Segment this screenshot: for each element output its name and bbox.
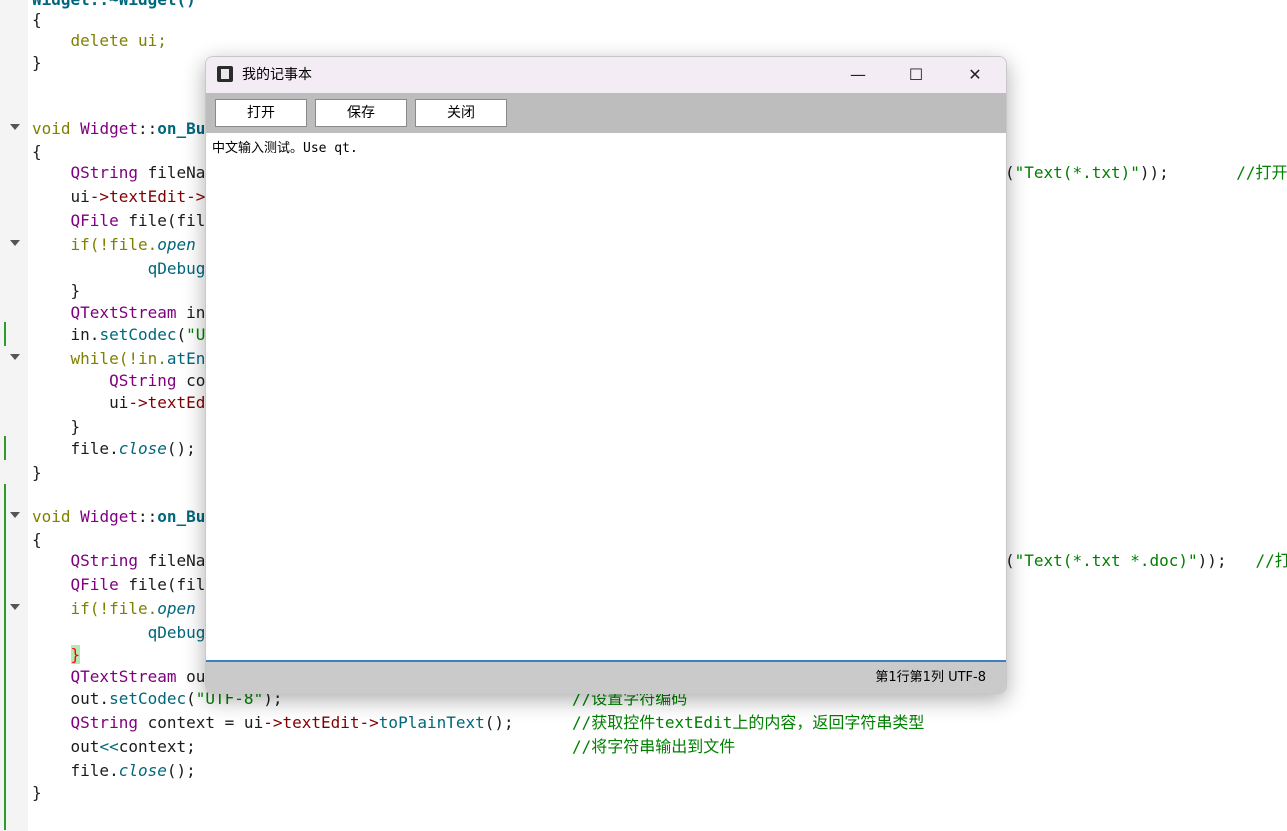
maximize-button[interactable]: ☐ [887,57,945,93]
code-line: qDebug [147,259,206,278]
code-line: QFile file(fil [70,211,206,230]
code-line: QString co [109,371,206,390]
code-line-tail: ("Text(*.txt)")); //打开 [1005,163,1287,182]
code-line: } [32,281,81,300]
minimize-button[interactable]: — [829,57,887,93]
close-window-button[interactable]: ✕ [946,57,1004,93]
code-line: file.close(); [32,439,196,458]
fold-arrow-icon[interactable] [10,354,20,360]
code-line: Widget::~Widget() [32,0,196,12]
code-line: if(!file.open [32,599,196,618]
code-line: void Widget::on_Bu [32,119,206,138]
code-line: QString fileNa [70,163,206,182]
code-line: if(!file.open [32,235,196,254]
window-title: 我的记事本 [242,67,312,83]
line-column-label: 第1行第1列 [875,670,944,685]
code-line: ui->textEdit-> [32,187,206,206]
code-line-tail: ("Text(*.txt *.doc)")); //打 [1005,551,1287,570]
code-line: } [32,417,81,436]
fold-arrow-icon[interactable] [10,124,20,130]
change-marker [4,484,6,830]
code-line: out<<context;//将字符串输出到文件 [32,737,736,756]
code-line: void Widget::on_Bu [32,507,206,526]
change-marker [4,436,6,460]
editor-content: 中文输入测试。Use qt. [212,141,358,156]
title-bar[interactable]: 我的记事本 — ☐ ✕ [206,57,1006,93]
code-line: file.close(); [32,761,196,780]
code-line: QFile file(fil [70,575,206,594]
code-line: QTextStream in [70,303,206,322]
code-line: while(!in.atEn [32,349,206,368]
code-line: QString fileNa [70,551,206,570]
code-line: delete ui; [32,31,167,50]
code-line: qDebug [147,623,206,642]
fold-arrow-icon[interactable] [10,512,20,518]
open-button[interactable]: 打开 [215,99,307,127]
close-button[interactable]: 关闭 [415,99,507,127]
code-line: } [70,645,81,664]
app-icon [217,66,233,82]
code-line: } [32,463,42,482]
editor-gutter [0,0,28,831]
code-line: } [32,53,42,72]
notepad-window[interactable]: 我的记事本 — ☐ ✕ 打开 保存 关闭 中文输入测试。Use qt. 第1行第… [205,56,1007,694]
code-line: in.setCodec("U [32,325,206,344]
code-line: QString context = ui->textEdit->toPlainT… [70,713,925,732]
cursor-position-status: 第1行第1列 UTF-8 [875,662,986,693]
encoding-label: UTF-8 [948,670,986,685]
fold-arrow-icon[interactable] [10,604,20,610]
status-bar: 第1行第1列 UTF-8 [206,662,1006,693]
code-line: QTextStream ou [70,667,206,686]
code-line: } [32,783,42,802]
code-line: ui->textEd [32,393,206,412]
change-marker [4,322,6,346]
text-edit[interactable]: 中文输入测试。Use qt. [206,133,1006,662]
toolbar: 打开 保存 关闭 [206,93,1006,133]
save-button[interactable]: 保存 [315,99,407,127]
fold-arrow-icon[interactable] [10,240,20,246]
